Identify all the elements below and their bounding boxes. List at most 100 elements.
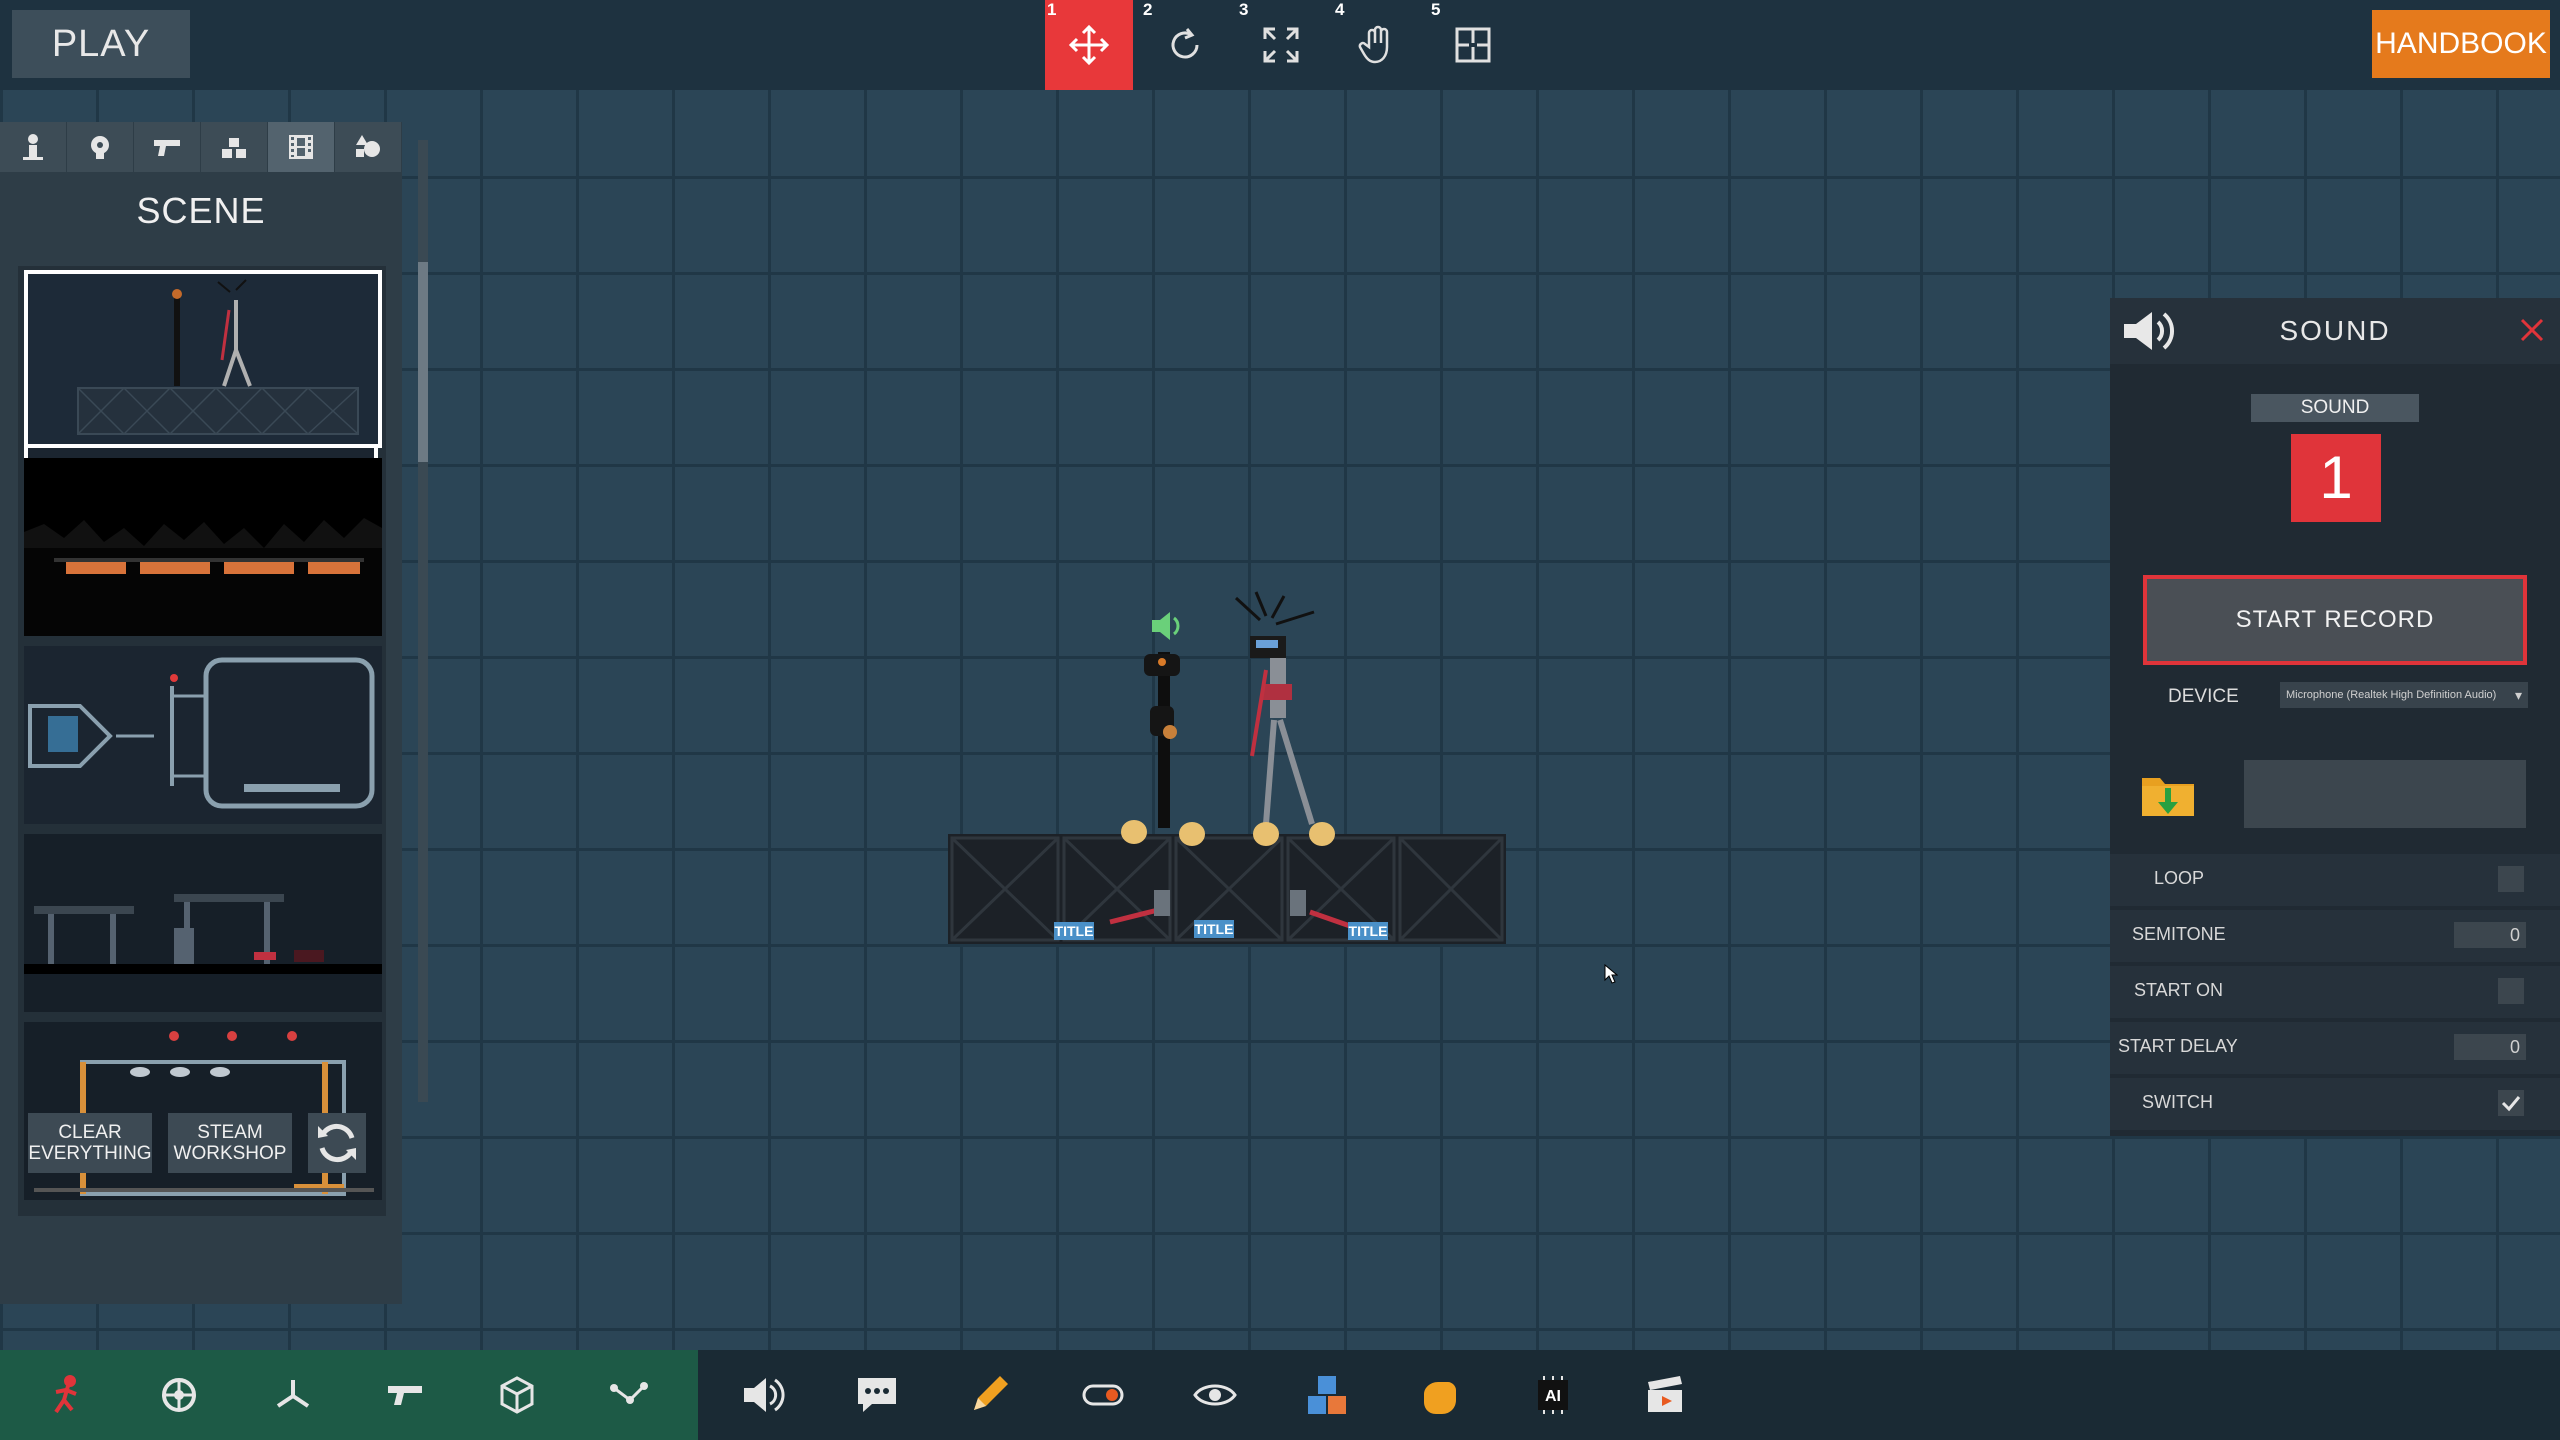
folder-import-icon[interactable]: [2138, 766, 2198, 822]
grab-hand-icon[interactable]: [1416, 1372, 1462, 1418]
bottom-toolbar: AI: [0, 1350, 2560, 1440]
loop-checkbox[interactable]: [2498, 866, 2524, 892]
speaker-icon[interactable]: [740, 1372, 786, 1418]
setting-start-on: START ON: [2110, 966, 2560, 1018]
tab-entities[interactable]: [0, 122, 67, 172]
checkmark-icon: [2501, 1096, 2521, 1112]
scene-preview-image: [34, 1031, 374, 1196]
button-label: EVERYTHING: [28, 1143, 152, 1164]
start-delay-input[interactable]: 0: [2454, 1034, 2526, 1060]
cube-icon[interactable]: [494, 1372, 540, 1418]
speaker-sound-object: [1152, 612, 1180, 640]
semitone-input[interactable]: 0: [2454, 922, 2526, 948]
nodes-icon[interactable]: [606, 1372, 652, 1418]
refresh-icon: [318, 1123, 356, 1163]
biohazard-icon: [91, 136, 109, 159]
tab-firearms[interactable]: [134, 122, 201, 172]
sound-number-button[interactable]: 1: [2291, 434, 2381, 522]
device-label: DEVICE: [2168, 686, 2239, 707]
start-on-checkbox[interactable]: [2498, 978, 2524, 1004]
device-dropdown[interactable]: Microphone (Realtek High Definition Audi…: [2280, 682, 2528, 708]
tool-number: 5: [1431, 0, 1441, 19]
ragdoll-character: [1121, 652, 1205, 846]
tool-number: 3: [1239, 0, 1249, 19]
tool-snap[interactable]: 5: [1429, 0, 1517, 90]
button-label: STEAM: [197, 1122, 263, 1143]
sound-section-label: SOUND: [2251, 394, 2419, 422]
sound-file-field[interactable]: [2244, 760, 2526, 828]
gun-icon: [154, 140, 180, 156]
person-icon: [23, 134, 43, 160]
setting-start-delay: START DELAY 0: [2110, 1022, 2560, 1074]
button-label: CLEAR: [58, 1122, 122, 1143]
tool-scale[interactable]: 3: [1237, 0, 1325, 90]
tool-number: 2: [1143, 0, 1153, 19]
tool-rotate[interactable]: 2: [1141, 0, 1229, 90]
move-icon: [1068, 24, 1110, 66]
category-tabs: [0, 122, 402, 172]
top-toolbar: PLAY 1 2 3 4 5 HANDBOOK: [0, 0, 2560, 90]
scene-list-scrollbar[interactable]: [418, 140, 428, 1102]
steam-workshop-button[interactable]: STEAM WORKSHOP: [168, 1113, 292, 1173]
panel-header: SOUND: [2110, 298, 2560, 364]
handbook-button[interactable]: HANDBOOK: [2372, 10, 2550, 78]
scene-thumbnail[interactable]: [24, 270, 382, 448]
eye-icon[interactable]: [1192, 1372, 1238, 1418]
tab-biohazard[interactable]: [67, 122, 134, 172]
ai-chip-icon[interactable]: AI: [1530, 1372, 1576, 1418]
setting-label: SEMITONE: [2132, 924, 2226, 944]
scene-thumbnail[interactable]: [24, 646, 382, 824]
setting-label: LOOP: [2154, 868, 2205, 888]
play-button[interactable]: PLAY: [12, 10, 190, 78]
pencil-icon[interactable]: [966, 1372, 1012, 1418]
scene-preview-image: [77, 279, 359, 435]
start-record-button[interactable]: START RECORD: [2143, 575, 2527, 665]
tool-move[interactable]: 1: [1045, 0, 1133, 90]
speech-bubble-icon[interactable]: [854, 1372, 900, 1418]
blocks-icon: [222, 138, 246, 158]
tool-number: 4: [1335, 0, 1345, 19]
setting-loop: LOOP: [2110, 854, 2560, 906]
setting-label: START ON: [2134, 980, 2224, 1000]
scene-thumbnail[interactable]: [24, 834, 382, 1012]
rotate-icon: [1171, 28, 1199, 59]
setting-label: START DELAY: [2118, 1036, 2238, 1056]
setting-label: SWITCH: [2142, 1092, 2213, 1112]
tool-group: 1 2 3 4 5: [1045, 0, 1525, 90]
scene-actions: CLEAR EVERYTHING STEAM WORKSHOP: [28, 1113, 366, 1173]
hand-icon: [1358, 25, 1389, 64]
scrollbar-thumb[interactable]: [418, 262, 428, 462]
scene-thumbnail[interactable]: [24, 1022, 382, 1200]
tab-scenes[interactable]: [268, 122, 335, 172]
panel-title: SOUND: [2279, 315, 2391, 346]
crate-title-1: TITLE: [1055, 923, 1094, 939]
switch-checkbox[interactable]: [2498, 1090, 2524, 1116]
firearm-icon[interactable]: [382, 1372, 428, 1418]
tool-drag[interactable]: 4: [1333, 0, 1421, 90]
film-icon: [289, 135, 313, 159]
clear-everything-button[interactable]: CLEAR EVERYTHING: [28, 1113, 152, 1173]
scene-preview-image: [24, 458, 382, 636]
clapperboard-icon[interactable]: [1642, 1372, 1688, 1418]
tab-misc[interactable]: [335, 122, 402, 172]
scene-thumbnail[interactable]: [24, 458, 382, 636]
tool-number: 1: [1047, 0, 1057, 19]
svg-text:AI: AI: [1545, 1388, 1561, 1405]
propeller-icon[interactable]: [270, 1372, 316, 1418]
toggle-switch-icon[interactable]: [1080, 1372, 1126, 1418]
button-label: WORKSHOP: [173, 1143, 287, 1164]
mouse-cursor: [1604, 964, 1618, 984]
scale-icon: [1263, 27, 1299, 63]
game-scene: TITLE TITLE TITLE: [948, 591, 1506, 944]
crate-title-2: TITLE: [1195, 921, 1234, 937]
close-icon[interactable]: [2514, 312, 2550, 348]
setting-switch: SWITCH: [2110, 1078, 2560, 1130]
ragdoll-icon[interactable]: [44, 1372, 90, 1418]
chevron-down-icon: ▾: [2514, 687, 2522, 703]
tab-machinery[interactable]: [201, 122, 268, 172]
shapes-icon: [356, 135, 380, 157]
blocks-icon[interactable]: [1304, 1372, 1350, 1418]
refresh-button[interactable]: [308, 1113, 366, 1173]
wheel-icon[interactable]: [156, 1372, 202, 1418]
ragdoll-character-2: [1234, 591, 1335, 846]
